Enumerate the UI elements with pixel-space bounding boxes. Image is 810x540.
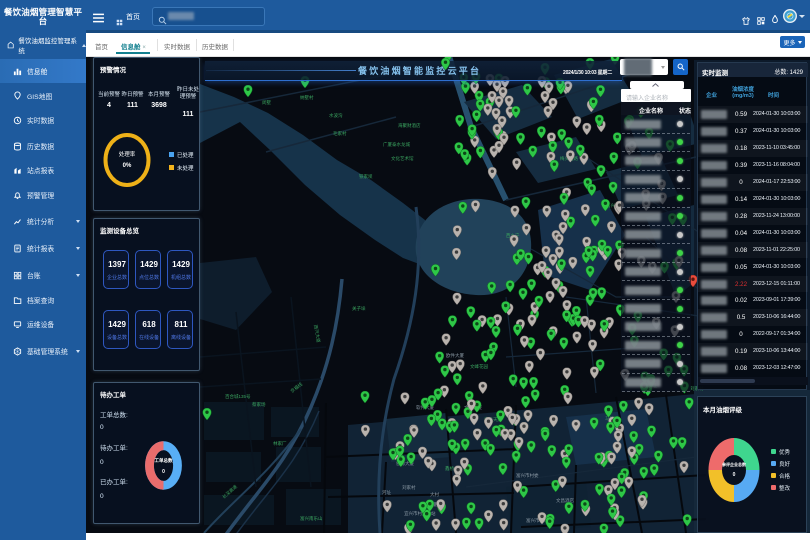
svg-text:广厦泰水龙城: 广厦泰水龙城 xyxy=(383,141,410,148)
svg-text:林家厂: 林家厂 xyxy=(273,440,287,447)
svg-text:鑫桥: 鑫桥 xyxy=(445,465,454,472)
svg-text:纳墅村: 纳墅村 xyxy=(300,94,314,101)
svg-text:海聚财酒店: 海聚财酒店 xyxy=(398,122,421,129)
svg-text:文峰花园: 文峰花园 xyxy=(470,363,488,370)
svg-text:大村: 大村 xyxy=(430,491,439,498)
svg-text:闵墅: 闵墅 xyxy=(262,99,271,106)
svg-text:铁家坝: 铁家坝 xyxy=(359,173,373,180)
svg-text:关子垛: 关子垛 xyxy=(352,305,366,312)
svg-text:欧件大厦: 欧件大厦 xyxy=(446,352,464,359)
svg-text:百合城135号: 百合城135号 xyxy=(225,393,251,400)
svg-text:富兴南乐山: 富兴南乐山 xyxy=(300,515,323,522)
svg-text:富兴市村委: 富兴市村委 xyxy=(516,472,539,479)
svg-text:刘家村: 刘家村 xyxy=(402,484,416,490)
svg-text:文化艺术馆: 文化艺术馆 xyxy=(391,155,414,162)
svg-text:蔡家场: 蔡家场 xyxy=(252,401,266,408)
svg-text:水波沟: 水波沟 xyxy=(329,112,343,119)
svg-text:毛家村: 毛家村 xyxy=(333,130,347,136)
svg-text:河址: 河址 xyxy=(382,489,391,495)
